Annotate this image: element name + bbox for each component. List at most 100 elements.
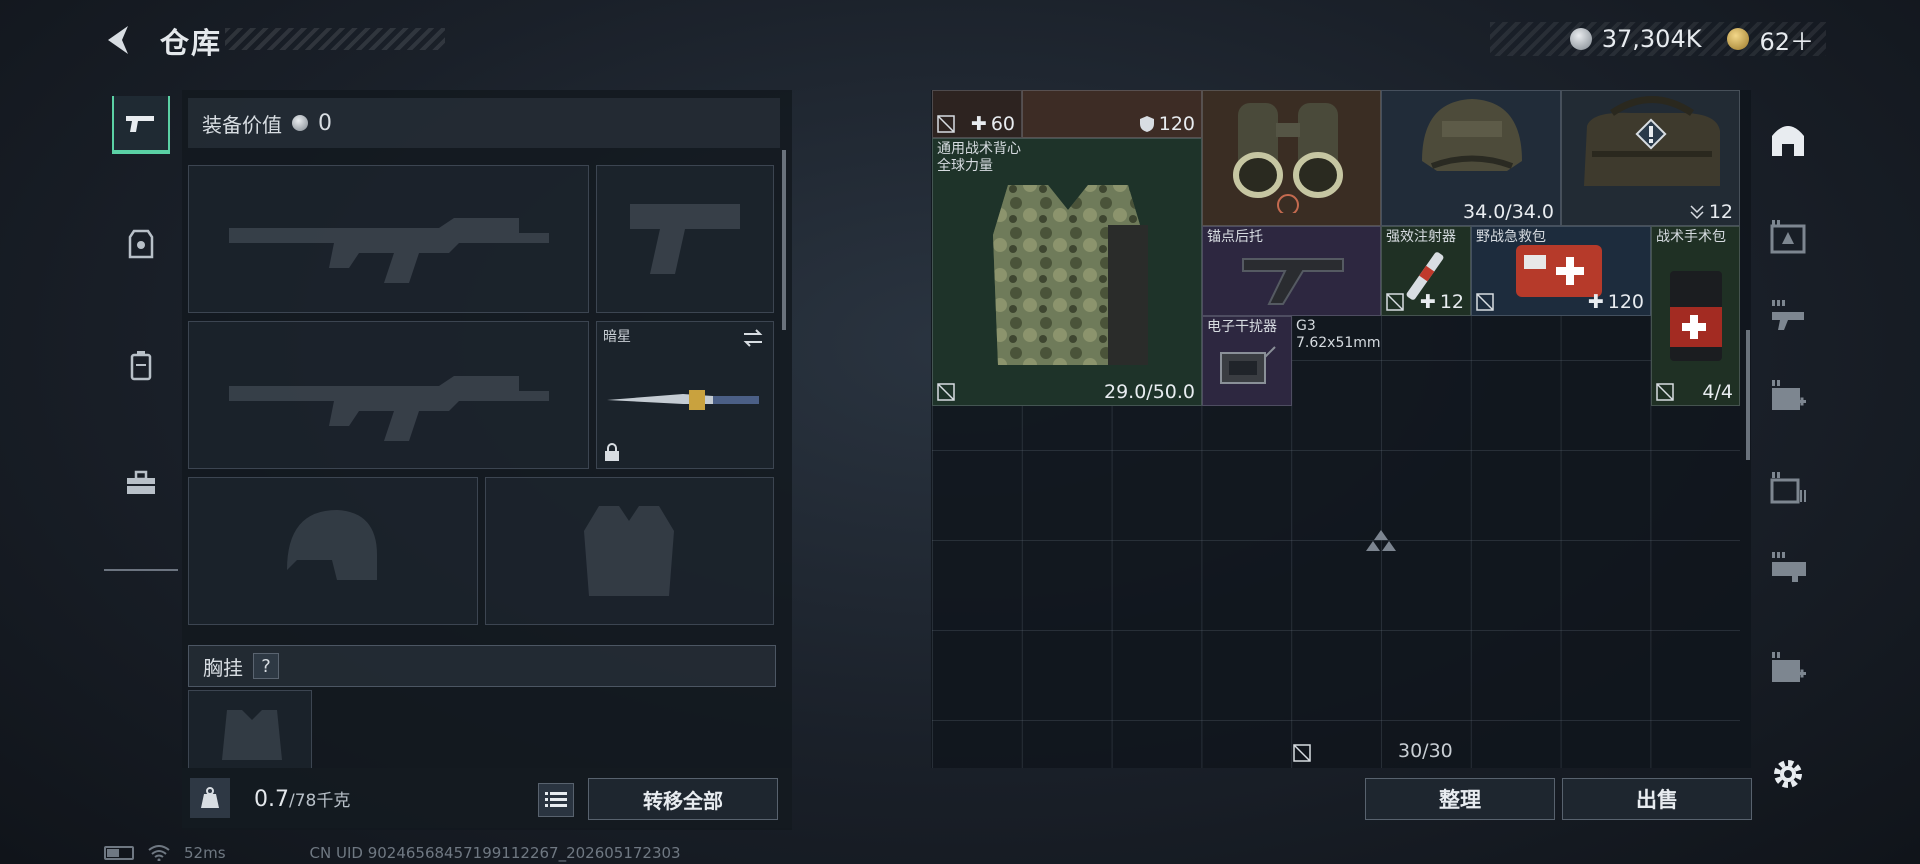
no-insurance-icon (1386, 293, 1404, 311)
ping-value: 52ms (184, 844, 226, 862)
toolbox-icon (127, 470, 155, 494)
stack-icon (1690, 205, 1704, 220)
weight-max: /78千克 (289, 791, 351, 811)
tab-weapons[interactable] (112, 96, 170, 154)
battery-icon (104, 846, 134, 860)
helmet-silhouette-icon (287, 510, 377, 580)
item-name: 锚点后托 (1207, 229, 1263, 245)
gear-icon (1774, 760, 1802, 788)
silver-coin-icon (292, 115, 308, 131)
shield-icon (1139, 116, 1154, 132)
plus-icon: ✚ (1587, 291, 1604, 313)
helmet-slot[interactable] (188, 477, 478, 625)
stash-item-medkit[interactable]: 野战急救包 ✚ 120 (1471, 226, 1651, 316)
vest-silhouette-icon (584, 506, 674, 596)
rifle-silhouette-icon (229, 376, 549, 441)
back-button[interactable] (100, 20, 140, 60)
user-uid: CN UID 90246568457199112267_202605172303 (309, 844, 681, 862)
stash-folder-icon (1770, 472, 1806, 504)
tab-armor[interactable] (112, 216, 170, 274)
melee-name: 暗星 (603, 329, 631, 345)
item-durability: 34.0/34.0 (1462, 201, 1554, 223)
stash-tab-1[interactable] (1766, 214, 1810, 258)
item-name: 强效注射器 (1386, 229, 1456, 245)
stash-add-icon (1772, 652, 1806, 682)
melee-slot[interactable]: 暗星 (596, 321, 774, 469)
status-footer: 52ms CN UID 90246568457199112267_2026051… (104, 844, 681, 862)
stash-tab-6[interactable] (1766, 646, 1810, 690)
tab-toolbox[interactable] (112, 454, 170, 512)
gold-balance[interactable]: 62＋ (1759, 22, 1814, 57)
category-rail (104, 86, 178, 571)
jammer-icon (1220, 346, 1276, 384)
gold-coin-icon (1727, 28, 1750, 50)
stash-item-stock[interactable]: 锚点后托 (1202, 226, 1381, 316)
armor-icon (128, 229, 154, 259)
swap-icon[interactable] (741, 328, 765, 348)
pistol-icon (126, 116, 154, 132)
silver-balance: 37,304K (1601, 25, 1702, 53)
equipment-value-header: 装备价值 0 (188, 98, 780, 148)
stash-tab-5[interactable] (1766, 546, 1810, 590)
surgical-kit-icon (1670, 271, 1722, 361)
stash-item-top2[interactable]: 120 (1022, 90, 1202, 138)
item-quantity: 120 (1139, 113, 1195, 135)
sell-button[interactable]: 出售 (1562, 778, 1752, 820)
lock-icon (605, 443, 619, 461)
stash-item-tactical-vest[interactable]: 通用战术背心 全球力量 29.0/50.0 (932, 138, 1202, 406)
stash-tab-3[interactable] (1766, 374, 1810, 418)
stash-item-injector[interactable]: 强效注射器 ✚ 12 (1381, 226, 1471, 316)
item-durability: 29.0/50.0 (1103, 381, 1195, 403)
list-icon (545, 792, 567, 807)
currency-bar: 37,304K 62＋ (1490, 22, 1826, 56)
organize-button[interactable]: 整理 (1365, 778, 1555, 820)
stash-tab-main[interactable] (1766, 118, 1810, 162)
equipment-value: 0 (318, 110, 332, 136)
knife-icon (607, 390, 759, 410)
stash-item-top1[interactable]: ✚ 60 (932, 90, 1022, 138)
transfer-all-button[interactable]: 转移全部 (588, 778, 778, 820)
secondary-weapon-slot[interactable] (596, 165, 774, 313)
warning-icon (1635, 118, 1667, 150)
no-insurance-icon (937, 115, 955, 133)
settings-button[interactable] (1766, 752, 1810, 796)
stash-item-helmet[interactable]: 34.0/34.0 (1381, 90, 1561, 226)
equipment-value-label: 装备价值 (202, 112, 282, 137)
chest-rig-slot[interactable] (188, 690, 312, 768)
item-name: 电子干扰器 (1207, 319, 1277, 335)
stash-item-ammo[interactable]: G3 7.62x51mm (1292, 316, 1382, 406)
silver-coin-icon (1569, 28, 1592, 50)
rifle-silhouette-icon (229, 218, 549, 283)
stash-item-surgical-kit[interactable]: 战术手术包 4/4 (1651, 226, 1740, 406)
stock-icon (1242, 258, 1344, 305)
tab-backpack[interactable] (112, 336, 170, 394)
back-arrow-icon (108, 26, 128, 54)
backpack-icon (130, 351, 152, 381)
equipment-scrollbar[interactable] (782, 150, 786, 330)
item-count: 4/4 (1702, 381, 1733, 403)
chest-rig-label: 胸挂 (203, 655, 243, 680)
item-name: G3 7.62x51mm (1296, 318, 1381, 351)
title-decoration (225, 28, 445, 50)
list-view-button[interactable] (538, 783, 574, 817)
no-insurance-icon (1293, 744, 1311, 762)
stash-item-binoculars[interactable] (1202, 90, 1381, 226)
carry-weight: 0.7/78千克 (254, 786, 350, 812)
stash-scrollbar[interactable] (1746, 330, 1750, 460)
stash-item-bag[interactable]: 12 (1561, 90, 1740, 226)
body-armor-slot[interactable] (485, 477, 774, 625)
stash-box-icon (1770, 220, 1806, 254)
page-title: 仓库 (160, 26, 223, 60)
item-quantity: ✚ 120 (1587, 291, 1644, 313)
plus-icon: ✚ (1419, 291, 1436, 313)
tertiary-weapon-slot[interactable] (188, 321, 589, 469)
stash-item-jammer[interactable]: 电子干扰器 (1202, 316, 1292, 406)
stash-tab-4[interactable] (1766, 466, 1810, 510)
help-button[interactable]: ? (253, 653, 279, 679)
stash-tab-2[interactable] (1766, 294, 1810, 338)
stash-main-icon (1772, 126, 1804, 156)
primary-weapon-slot[interactable] (188, 165, 589, 313)
plus-icon: ✚ (970, 113, 987, 135)
weight-kg-icon (190, 778, 230, 818)
stash-weapon-icon (1772, 300, 1804, 330)
